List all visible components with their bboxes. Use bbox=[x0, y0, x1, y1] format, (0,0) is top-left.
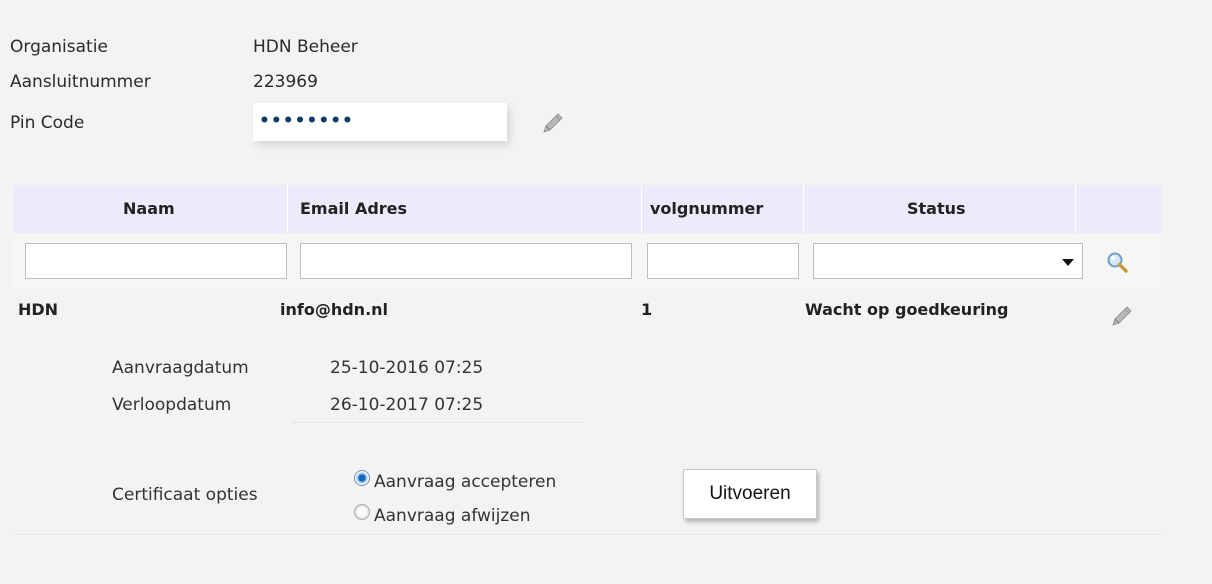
column-header-naam[interactable]: Naam bbox=[123, 185, 175, 233]
pincode-field[interactable]: •••••••• bbox=[253, 103, 507, 141]
naam-filter-input[interactable] bbox=[25, 243, 287, 279]
organisatie-label: Organisatie bbox=[10, 37, 108, 57]
aansluitnummer-value: 223969 bbox=[253, 72, 318, 92]
column-header-status[interactable]: Status bbox=[907, 185, 966, 233]
column-header-volgnummer[interactable]: volgnummer bbox=[650, 185, 763, 233]
aanvraagdatum-value: 25-10-2016 07:25 bbox=[330, 358, 484, 378]
radio-reject-label[interactable]: Aanvraag afwijzen bbox=[374, 506, 531, 526]
magnifier-icon[interactable] bbox=[1105, 250, 1129, 278]
radio-reject[interactable] bbox=[354, 504, 370, 520]
pencil-icon[interactable] bbox=[541, 111, 565, 135]
radio-accept-label[interactable]: Aanvraag accepteren bbox=[374, 472, 556, 492]
row-email: info@hdn.nl bbox=[280, 300, 389, 319]
column-header-email[interactable]: Email Adres bbox=[300, 185, 407, 233]
certificaat-opties-label: Certificaat opties bbox=[112, 485, 258, 505]
organisatie-value: HDN Beheer bbox=[253, 37, 358, 57]
verloopdatum-value: 26-10-2017 07:25 bbox=[330, 395, 484, 415]
row-status: Wacht op goedkeuring bbox=[805, 300, 1009, 319]
row-naam: HDN bbox=[18, 300, 59, 319]
aansluitnummer-label: Aansluitnummer bbox=[10, 72, 151, 92]
divider bbox=[13, 534, 1161, 535]
chevron-down-icon bbox=[1062, 259, 1074, 266]
radio-accept[interactable] bbox=[354, 470, 370, 486]
divider bbox=[292, 422, 582, 423]
uitvoeren-button[interactable]: Uitvoeren bbox=[683, 469, 817, 519]
pencil-icon[interactable] bbox=[1110, 304, 1134, 328]
grid-header: Naam Email Adres volgnummer Status bbox=[13, 185, 1161, 285]
verloopdatum-label: Verloopdatum bbox=[112, 395, 232, 415]
aanvraagdatum-label: Aanvraagdatum bbox=[112, 358, 249, 378]
status-filter-select[interactable] bbox=[813, 243, 1083, 279]
row-volgnummer: 1 bbox=[641, 300, 653, 319]
pincode-label: Pin Code bbox=[10, 113, 85, 133]
volgnummer-filter-input[interactable] bbox=[647, 243, 799, 279]
email-filter-input[interactable] bbox=[300, 243, 632, 279]
